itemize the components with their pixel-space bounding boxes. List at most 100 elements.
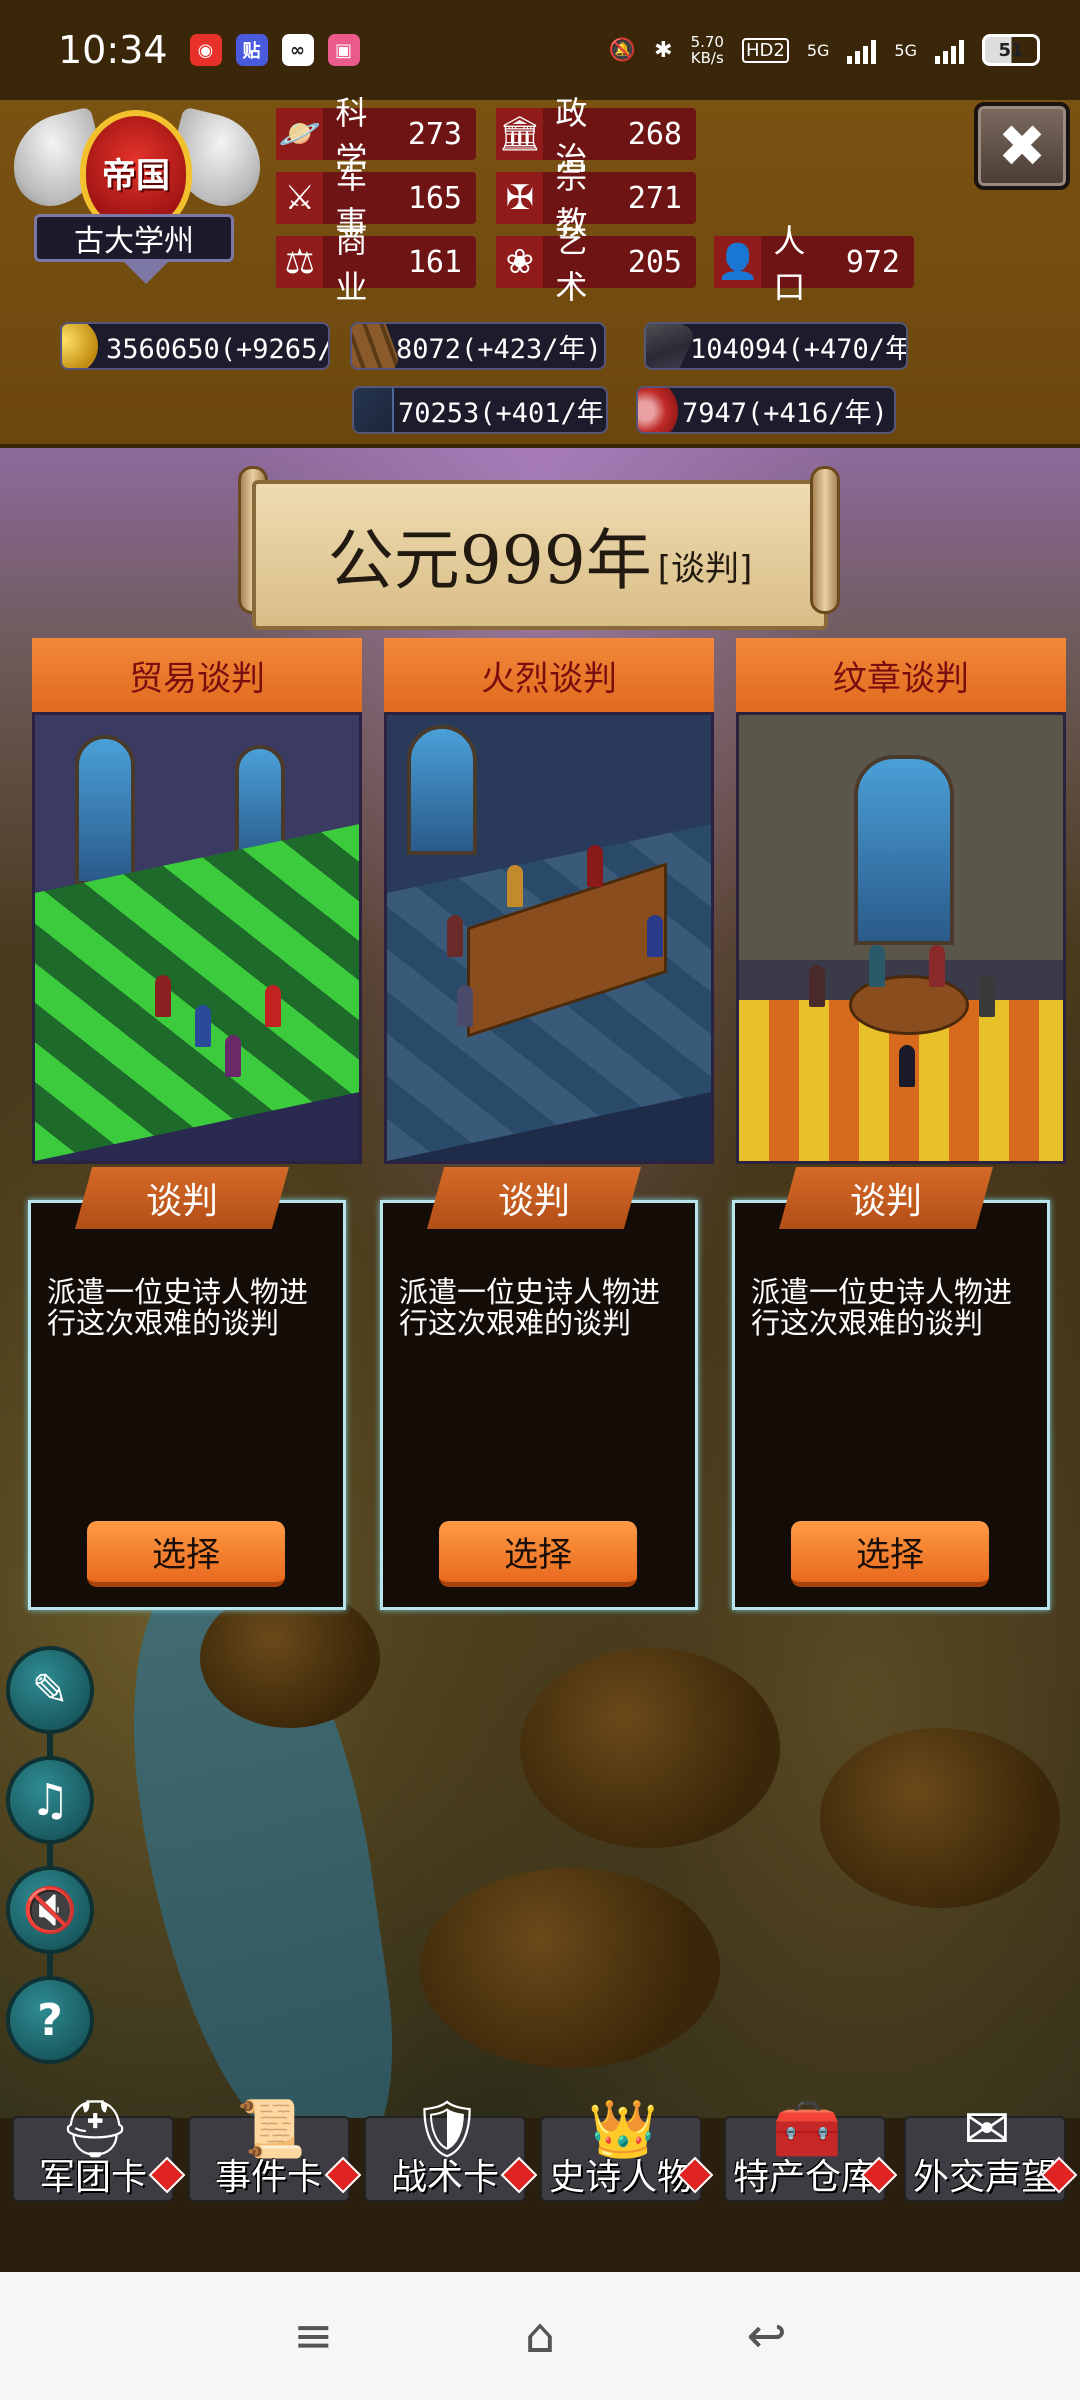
- stat-label: 商业: [335, 222, 368, 306]
- tieba-icon: 贴: [235, 34, 268, 66]
- diplomatic-reputation-button[interactable]: ✉ 外交声望: [904, 2097, 1078, 2202]
- forest-background: [520, 1648, 780, 1848]
- empire-name: 古大学州: [34, 214, 234, 262]
- resource-stone: 104094(+470/年): [644, 322, 908, 370]
- sound-toggle-button[interactable]: 🔇: [6, 1866, 94, 1954]
- tactic-cards-button[interactable]: 🛡 战术卡: [364, 2097, 538, 2202]
- phase-text: [谈判]: [657, 548, 753, 589]
- stat-commerce: ⚖ 商业 161: [276, 222, 476, 306]
- stat-value: 273: [407, 116, 462, 152]
- journal-button[interactable]: ✎: [6, 1646, 94, 1734]
- resource-text: 8072(+423/年): [396, 333, 602, 365]
- negotiation-card-fiery: 火烈谈判: [384, 638, 714, 1164]
- menu-button[interactable]: ≡: [273, 2296, 353, 2376]
- status-time: 10:34: [58, 28, 168, 72]
- empire-emblem[interactable]: 帝国 古大学州: [2, 100, 272, 290]
- stat-value: 268: [627, 116, 682, 152]
- close-icon: ✖: [997, 112, 1047, 180]
- event-cards-button[interactable]: 📜 事件卡: [188, 2097, 362, 2202]
- stone-icon: [646, 324, 697, 368]
- forest-background: [420, 1868, 720, 2068]
- book-quill-icon: ✎: [31, 1664, 69, 1716]
- detail-description: 派遣一位史诗人物进行这次艰难的谈判: [47, 1275, 309, 1340]
- side-chain: [47, 1734, 53, 1756]
- signal-icon-1: [847, 36, 877, 64]
- negotiation-detail-heraldry: 谈判 派遣一位史诗人物进行这次艰难的谈判 选择: [732, 1167, 1050, 1610]
- year-text: 公元999年: [327, 522, 652, 599]
- resource-text: 104094(+470/年): [690, 333, 908, 365]
- detail-description: 派遣一位史诗人物进行这次艰难的谈判: [399, 1275, 661, 1340]
- specialty-warehouse-button[interactable]: 🧰 特产仓库: [724, 2097, 898, 2202]
- back-icon: ↩: [746, 2308, 787, 2364]
- person-icon: 👤: [714, 236, 762, 288]
- close-button[interactable]: ✖: [974, 102, 1070, 190]
- hd-badge: HD2: [741, 37, 789, 63]
- select-button-fiery[interactable]: 选择: [439, 1521, 637, 1587]
- bluetooth-icon: ✱: [654, 37, 673, 63]
- stat-value: 972: [845, 244, 900, 280]
- resource-wood: 8072(+423/年): [350, 322, 606, 370]
- detail-tab: 谈判: [427, 1167, 641, 1229]
- planet-icon: 🪐: [276, 108, 324, 160]
- net-speed: 5.70 KB/s: [690, 33, 724, 67]
- music-toggle-button[interactable]: ♫: [6, 1756, 94, 1844]
- help-icon: ?: [37, 1994, 63, 2046]
- scales-icon: ⚖: [276, 236, 324, 288]
- wood-logs-icon: [352, 324, 402, 368]
- back-button[interactable]: ↩: [727, 2296, 807, 2376]
- scroll-rod-right: [810, 466, 840, 614]
- epic-figures-button[interactable]: 👑 史诗人物: [540, 2097, 714, 2202]
- select-button-trade[interactable]: 选择: [87, 1521, 285, 1587]
- side-chain: [47, 1954, 53, 1976]
- year-banner: 公元999年 [谈判]: [252, 480, 828, 630]
- detail-tab: 谈判: [75, 1167, 289, 1229]
- link-app-icon: ∞: [281, 34, 314, 66]
- resource-text: 70253(+401/年): [398, 397, 608, 429]
- top-hud: 帝国 古大学州 🪐 科学 273 🏛 政治 268 ⚔ 军事 165 ✠ 宗教 …: [0, 94, 1080, 448]
- system-navigation-bar: ≡ ⌂ ↩: [0, 2272, 1080, 2400]
- signal-label-2: 5G: [894, 40, 917, 60]
- council-table-illustration: [384, 712, 714, 1164]
- legion-cards-button[interactable]: ⛑ 军团卡: [12, 2097, 186, 2202]
- netease-music-icon: ◉: [189, 34, 222, 66]
- card-title: 纹章谈判: [736, 638, 1066, 712]
- side-chain: [47, 1844, 53, 1866]
- status-bar: 10:34 ◉ 贴 ∞ ▣ 🔕 ✱ 5.70 KB/s HD2 5G 5G 51: [0, 0, 1080, 100]
- resource-iron: 70253(+401/年): [352, 386, 608, 434]
- card-title: 贸易谈判: [32, 638, 362, 712]
- home-button[interactable]: ⌂: [500, 2296, 580, 2376]
- forest-background: [820, 1728, 1060, 1908]
- music-off-icon: ♫: [30, 1774, 70, 1826]
- stat-value: 205: [627, 244, 682, 280]
- home-icon: ⌂: [524, 2308, 556, 2364]
- stat-value: 165: [407, 180, 462, 216]
- card-title: 火烈谈判: [384, 638, 714, 712]
- battery-icon: 51: [982, 34, 1040, 66]
- stat-value: 271: [627, 180, 682, 216]
- cross-icon: ✠: [496, 172, 544, 224]
- gold-coins-icon: [62, 324, 98, 368]
- resource-text: 3560650(+9265/年: [106, 333, 328, 365]
- bilibili-icon: ▣: [327, 34, 360, 66]
- government-building-icon: 🏛: [496, 108, 544, 160]
- cathedral-illustration: [736, 712, 1066, 1164]
- negotiation-card-heraldry: 纹章谈判: [736, 638, 1066, 1164]
- negotiation-scene: 公元999年 [谈判] 贸易谈判 火烈谈判 纹章谈判 谈判 派遣一位史诗人物进行…: [0, 448, 1080, 2118]
- banner-tip: [124, 262, 168, 284]
- select-button-heraldry[interactable]: 选择: [791, 1521, 989, 1587]
- detail-description: 派遣一位史诗人物进行这次艰难的谈判: [751, 1275, 1013, 1340]
- stat-art: ❀ 艺术 205: [496, 222, 696, 306]
- bottom-card-bar: ⛑ 军团卡 📜 事件卡 🛡 战术卡 👑 史诗人物 🧰 特产仓库 ✉ 外交声望: [0, 2090, 1080, 2202]
- lotus-icon: ❀: [496, 236, 544, 288]
- stat-label: 人口: [773, 222, 806, 306]
- negotiation-detail-trade: 谈判 派遣一位史诗人物进行这次艰难的谈判 选择: [28, 1167, 346, 1610]
- resource-gold: 3560650(+9265/年: [60, 322, 330, 370]
- stat-population: 👤 人口 972: [714, 222, 914, 306]
- negotiation-card-trade: 贸易谈判: [32, 638, 362, 1164]
- signal-label-1: 5G: [806, 40, 830, 60]
- signal-icon-2: [935, 36, 964, 64]
- detail-tab: 谈判: [779, 1167, 993, 1229]
- help-button[interactable]: ?: [6, 1976, 94, 2064]
- stat-label: 艺术: [555, 222, 588, 306]
- negotiation-detail-fiery: 谈判 派遣一位史诗人物进行这次艰难的谈判 选择: [380, 1167, 698, 1610]
